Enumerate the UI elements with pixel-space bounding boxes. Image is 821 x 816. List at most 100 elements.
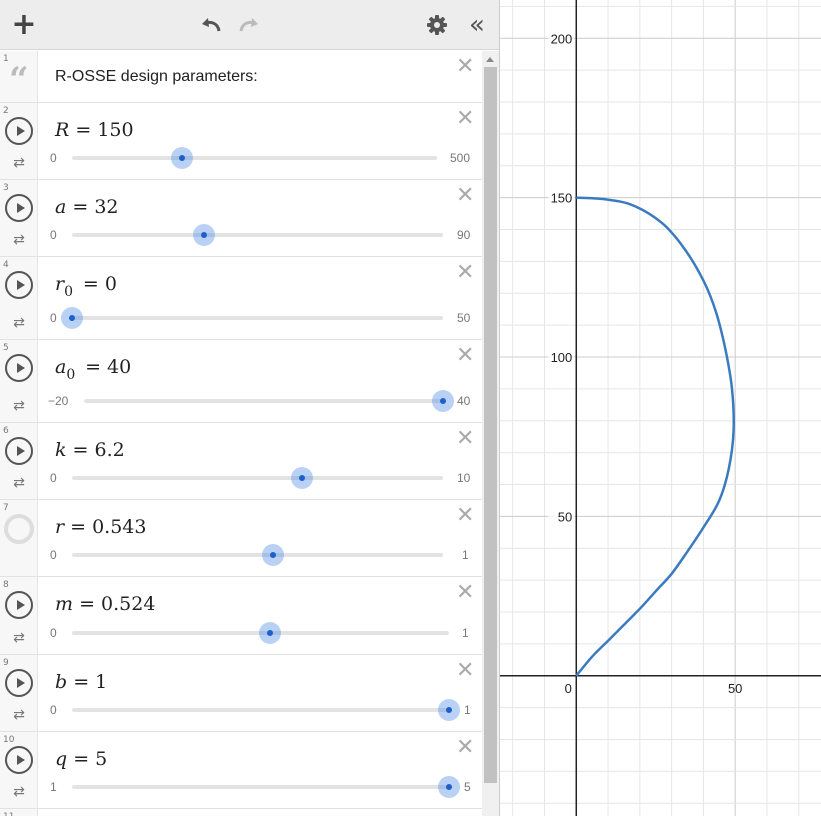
delete-expression-button[interactable]: ✕ <box>456 185 474 207</box>
expression-row[interactable]: 9 ⇄ ✕ b = 101 <box>0 655 482 732</box>
delete-expression-button[interactable]: ✕ <box>456 108 474 130</box>
scroll-up-arrow-icon[interactable] <box>486 57 494 62</box>
expression-row[interactable]: 5 ⇄ ✕ a0 = 40 −20 40 <box>0 340 482 423</box>
slider-max-label[interactable]: 90 <box>457 228 470 242</box>
slider-handle[interactable] <box>193 224 216 246</box>
play-icon[interactable] <box>5 591 33 619</box>
slider-track[interactable] <box>72 553 443 557</box>
loop-icon[interactable]: ⇄ <box>10 631 28 645</box>
delete-expression-button[interactable]: ✕ <box>456 428 474 450</box>
expression-math[interactable]: R = 150 <box>55 119 134 141</box>
note-text[interactable]: R-OSSE design parameters: <box>55 68 258 86</box>
note-row[interactable]: 1 “ ✕ R-OSSE design parameters: <box>0 51 482 103</box>
expression-math[interactable]: b = 1 <box>55 671 107 693</box>
expression-math[interactable]: a0 = 40 <box>55 356 131 383</box>
slider-min-label[interactable]: 1 <box>50 780 57 794</box>
slider-max-label[interactable]: 1 <box>462 548 469 562</box>
graph-paper[interactable]: 50 100 150 200 0 50 <box>500 0 821 816</box>
scrollbar-thumb[interactable] <box>484 67 497 783</box>
expression-row[interactable]: 8 ⇄ ✕ m = 0.524 0 1 <box>0 577 482 655</box>
expression-math[interactable]: k = 6.2 <box>55 439 125 461</box>
play-icon[interactable] <box>5 669 33 697</box>
expression-row[interactable]: 6 ⇄ ✕ k = 6.2 0 10 <box>0 423 482 500</box>
equals-sign: = <box>66 196 95 218</box>
slider-handle[interactable] <box>262 544 285 566</box>
slider-max-label[interactable]: 40 <box>457 394 470 408</box>
slider-track[interactable] <box>72 708 449 712</box>
slider-max-label[interactable]: 10 <box>457 471 470 485</box>
delete-expression-button[interactable]: ✕ <box>456 345 474 367</box>
slider-min-label[interactable]: 0 <box>50 626 57 640</box>
slider-track[interactable] <box>72 476 443 480</box>
delete-expression-button[interactable]: ✕ <box>456 582 474 604</box>
expression-value: 1 <box>95 671 108 693</box>
loop-icon[interactable]: ⇄ <box>10 708 28 722</box>
play-icon[interactable] <box>5 354 33 382</box>
delete-expression-button[interactable]: ✕ <box>456 56 474 78</box>
slider-min-label[interactable]: 0 <box>50 228 57 242</box>
delete-expression-button[interactable]: ✕ <box>456 262 474 284</box>
slider-handle[interactable] <box>438 699 460 721</box>
variable-name: r <box>55 516 65 538</box>
delete-expression-button[interactable]: ✕ <box>456 660 474 682</box>
slider-handle[interactable] <box>438 776 460 798</box>
slider-track[interactable] <box>72 785 449 789</box>
slider-max-label[interactable]: 1 <box>462 626 469 640</box>
loop-icon[interactable]: ⇄ <box>10 785 28 799</box>
play-icon[interactable] <box>5 746 33 774</box>
slider-track[interactable] <box>72 156 437 160</box>
delete-expression-button[interactable]: ✕ <box>456 505 474 527</box>
slider-min-label[interactable]: 0 <box>50 311 57 325</box>
slider-track[interactable] <box>72 316 443 320</box>
slider-min-label[interactable]: −20 <box>48 394 68 408</box>
play-icon[interactable] <box>5 117 33 145</box>
slider-handle[interactable] <box>61 307 83 329</box>
delete-expression-button[interactable]: ✕ <box>456 737 474 759</box>
expression-list-scrollbar[interactable] <box>482 51 499 816</box>
slider-max-label[interactable]: 500 <box>450 151 470 165</box>
slider-min-label[interactable]: 0 <box>50 151 57 165</box>
graph-canvas[interactable]: 50 100 150 200 0 50 <box>500 0 821 816</box>
expression-row[interactable]: 10 ⇄ ✕ q = 5 1 5 <box>0 732 482 809</box>
slider-handle[interactable] <box>291 467 314 489</box>
loop-icon[interactable]: ⇄ <box>10 399 28 413</box>
slider-track[interactable] <box>84 399 443 403</box>
redo-button[interactable] <box>234 10 264 40</box>
expression-math[interactable]: a = 32 <box>55 196 119 218</box>
slider-handle[interactable] <box>170 147 193 169</box>
collapse-panel-button[interactable]: « <box>460 10 490 40</box>
add-expression-button[interactable]: + <box>9 10 39 40</box>
loop-icon[interactable]: ⇄ <box>10 156 28 170</box>
settings-button[interactable] <box>422 10 452 40</box>
expression-row[interactable]: 11 <box>0 809 482 816</box>
slider-max-label[interactable]: 50 <box>457 311 470 325</box>
expression-math[interactable]: r0 = 0 <box>55 273 117 300</box>
slider-min-label[interactable]: 0 <box>50 703 57 717</box>
expression-row[interactable]: 2 ⇄ ✕ R = 150 0 500 <box>0 103 482 180</box>
play-icon[interactable] <box>5 271 33 299</box>
expression-index: 4 <box>3 260 9 270</box>
slider-handle[interactable] <box>432 390 454 412</box>
loop-icon[interactable]: ⇄ <box>10 316 28 330</box>
expression-math[interactable]: q = 5 <box>55 748 107 770</box>
loop-icon[interactable]: ⇄ <box>10 233 28 247</box>
play-icon[interactable] <box>5 437 33 465</box>
variable-name: m <box>55 593 74 615</box>
loop-icon[interactable]: ⇄ <box>10 476 28 490</box>
expression-row[interactable]: 3 ⇄ ✕ a = 32 0 90 <box>0 180 482 257</box>
slider-handle[interactable] <box>258 622 281 644</box>
slider-track[interactable] <box>72 233 443 237</box>
slider-max-label[interactable]: 1 <box>464 703 471 717</box>
slider-min-label[interactable]: 0 <box>50 548 57 562</box>
slider-max-label[interactable]: 5 <box>464 780 471 794</box>
variable-name: q <box>55 748 68 770</box>
expression-math[interactable]: r = 0.543 <box>55 516 147 538</box>
slider-play-placeholder-icon[interactable] <box>4 514 34 544</box>
play-icon[interactable] <box>5 194 33 222</box>
expression-row[interactable]: 4 ⇄ ✕ r0 = 0 0 50 <box>0 257 482 340</box>
slider-min-label[interactable]: 0 <box>50 471 57 485</box>
undo-button[interactable] <box>196 10 226 40</box>
expression-row[interactable]: 7 ✕ r = 0.543 0 1 <box>0 500 482 577</box>
expression-math[interactable]: m = 0.524 <box>55 593 155 615</box>
close-icon: ✕ <box>456 580 475 605</box>
